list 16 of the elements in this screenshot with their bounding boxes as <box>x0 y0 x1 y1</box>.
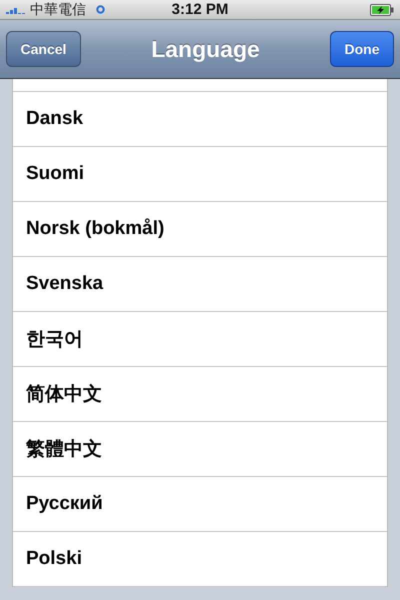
language-row[interactable]: Svenska <box>13 257 387 312</box>
language-row[interactable]: 한국어 <box>13 312 387 367</box>
language-row[interactable]: Polski <box>13 532 387 587</box>
battery-charging-icon <box>370 4 394 16</box>
carrier-name: 中華電信 <box>30 0 86 18</box>
language-row[interactable]: Dansk <box>13 92 387 147</box>
nav-title: Language <box>151 36 260 62</box>
status-time: 3:12 PM <box>172 1 228 18</box>
cancel-button[interactable]: Cancel <box>6 31 81 67</box>
activity-icon <box>96 5 105 14</box>
done-button[interactable]: Done <box>330 31 394 67</box>
language-row[interactable]: 简体中文 <box>13 367 387 422</box>
language-row[interactable]: Norsk (bokmål) <box>13 202 387 257</box>
language-row[interactable]: Suomi <box>13 147 387 202</box>
language-row[interactable]: Русский <box>13 477 387 532</box>
language-row[interactable]: 繁體中文 <box>13 422 387 477</box>
